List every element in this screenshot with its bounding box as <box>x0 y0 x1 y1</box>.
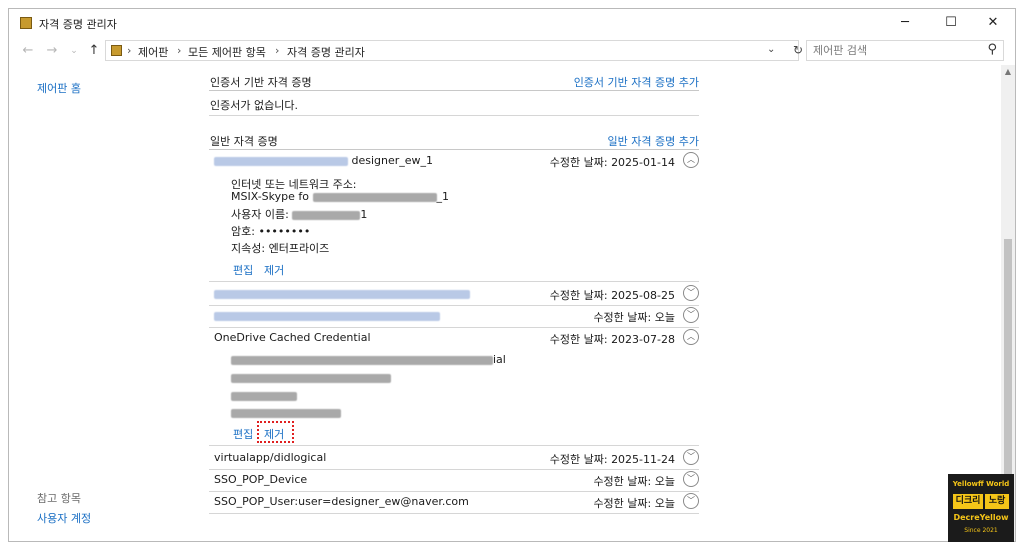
redacted-text <box>231 355 493 365</box>
watermark-line2: DecreYellow <box>953 513 1009 522</box>
credential-modified: 수정한 날짜: 2025-01-14 <box>549 156 675 169</box>
close-button[interactable]: ✕ <box>971 9 1015 37</box>
credential-manager-app-icon <box>20 17 32 29</box>
breadcrumb-separator: › <box>275 44 280 57</box>
scroll-up-icon[interactable]: ▲ <box>1001 65 1015 79</box>
redacted-text <box>231 373 391 383</box>
generic-credentials-title: 일반 자격 증명 <box>210 135 278 148</box>
redacted-text <box>214 156 348 166</box>
search-box[interactable]: ⚲ <box>806 40 1004 61</box>
redacted-text <box>231 391 297 401</box>
breadcrumb-separator: › <box>127 44 132 57</box>
expand-chevron-icon[interactable]: ﹀ <box>683 449 699 465</box>
credential-row[interactable]: 수정한 날짜: 2025-08-25 ﹀ <box>209 283 699 306</box>
back-arrow-icon[interactable]: ← <box>19 42 37 60</box>
expand-chevron-icon[interactable]: ﹀ <box>683 493 699 509</box>
minimize-button[interactable]: ─ <box>883 9 927 37</box>
maximize-button[interactable]: ☐ <box>929 9 973 37</box>
divider <box>209 281 699 282</box>
address-dropdown-icon[interactable]: ⌄ <box>767 44 775 55</box>
credential-modified: 수정한 날짜: 오늘 <box>593 475 675 488</box>
remove-link[interactable]: 제거 <box>264 426 284 442</box>
title-bar: 자격 증명 관리자 ─ ☐ ✕ <box>9 9 1015 37</box>
credential-manager-window: 자격 증명 관리자 ─ ☐ ✕ ← → ⌄ ↑ › 제어판 › 모든 제어판 항… <box>8 8 1016 542</box>
credential-address-value: ial <box>231 353 506 366</box>
credential-persistence <box>231 406 341 419</box>
credential-row[interactable]: OneDrive Cached Credential 수정한 날짜: 2023-… <box>209 327 699 349</box>
credential-password: 암호: •••••••• <box>231 225 311 238</box>
up-arrow-icon[interactable]: ↑ <box>85 42 103 60</box>
watermark-line3: Since 2021 <box>964 527 998 534</box>
recent-locations-dropdown-icon[interactable]: ⌄ <box>65 42 83 60</box>
credential-row[interactable]: designer_ew_1 수정한 날짜: 2025-01-14 ︿ <box>209 150 699 172</box>
edit-link[interactable]: 편집 <box>233 426 253 442</box>
edit-link[interactable]: 편집 <box>233 262 253 278</box>
watermark-box1: 디크리 <box>953 494 983 509</box>
credential-row[interactable]: 수정한 날짜: 오늘 ﹀ <box>209 305 699 328</box>
credential-username: 사용자 이름: 1 <box>231 208 368 221</box>
watermark-line1: Yellowff World <box>952 480 1010 488</box>
divider <box>209 445 699 446</box>
redacted-text <box>312 192 437 202</box>
breadcrumb-item-credential-manager[interactable]: 자격 증명 관리자 <box>287 44 365 60</box>
credential-modified: 수정한 날짜: 오늘 <box>593 497 675 510</box>
search-input[interactable] <box>813 43 973 58</box>
redacted-text <box>231 408 341 418</box>
breadcrumb-item-all-control-panel-items[interactable]: 모든 제어판 항목 <box>188 44 266 60</box>
credential-persistence: 지속성: 엔터프라이즈 <box>231 242 330 255</box>
credential-modified: 수정한 날짜: 2023-07-28 <box>549 333 675 346</box>
credential-modified: 수정한 날짜: 2025-08-25 <box>549 289 675 302</box>
credential-address-value: MSIX-Skype fo _1 <box>231 190 449 203</box>
expand-chevron-icon[interactable]: ﹀ <box>683 285 699 301</box>
credential-username <box>231 371 391 384</box>
credential-modified: 수정한 날짜: 오늘 <box>593 311 675 324</box>
collapse-chevron-icon[interactable]: ︿ <box>683 152 699 168</box>
navigation-bar: ← → ⌄ ↑ › 제어판 › 모든 제어판 항목 › 자격 증명 관리자 ⌄ … <box>9 39 1015 63</box>
certificate-credentials-header: 인증서 기반 자격 증명 인증서 기반 자격 증명 추가 <box>209 72 699 91</box>
remove-link[interactable]: 제거 <box>264 262 284 278</box>
window-title: 자격 증명 관리자 <box>39 18 117 31</box>
credential-row[interactable]: SSO_POP_User:user=designer_ew@naver.com … <box>209 491 699 514</box>
control-panel-home-link[interactable]: 제어판 홈 <box>37 80 81 96</box>
generic-credentials-header: 일반 자격 증명 일반 자격 증명 추가 <box>209 131 699 150</box>
search-icon[interactable]: ⚲ <box>987 42 997 57</box>
breadcrumb-separator: › <box>177 44 182 57</box>
collapse-chevron-icon[interactable]: ︿ <box>683 329 699 345</box>
redacted-text <box>292 210 361 220</box>
credential-row[interactable]: virtualapp/didlogical 수정한 날짜: 2025-11-24… <box>209 447 699 470</box>
redacted-text <box>214 289 470 299</box>
expand-chevron-icon[interactable]: ﹀ <box>683 307 699 323</box>
credential-name <box>214 309 440 322</box>
breadcrumb-item-control-panel[interactable]: 제어판 <box>138 44 168 60</box>
credential-name <box>214 287 470 300</box>
credential-name: virtualapp/didlogical <box>214 451 327 464</box>
refresh-icon[interactable]: ↻ <box>790 42 806 59</box>
add-generic-credential-link[interactable]: 일반 자격 증명 추가 <box>608 133 699 149</box>
credential-row[interactable]: SSO_POP_Device 수정한 날짜: 오늘 ﹀ <box>209 469 699 492</box>
credential-name: SSO_POP_User:user=designer_ew@naver.com <box>214 495 469 508</box>
add-certificate-credential-link[interactable]: 인증서 기반 자격 증명 추가 <box>574 74 699 90</box>
expand-chevron-icon[interactable]: ﹀ <box>683 471 699 487</box>
credential-name: SSO_POP_Device <box>214 473 308 486</box>
certificate-credentials-title: 인증서 기반 자격 증명 <box>210 76 312 89</box>
credential-modified: 수정한 날짜: 2025-11-24 <box>549 453 675 466</box>
watermark-box2: 노랑 <box>985 494 1009 509</box>
redacted-text <box>214 311 440 321</box>
user-accounts-link[interactable]: 사용자 계정 <box>37 510 91 526</box>
vertical-scrollbar[interactable]: ▲ <box>1001 65 1015 541</box>
divider <box>209 115 699 116</box>
credential-name: OneDrive Cached Credential <box>214 331 371 344</box>
forward-arrow-icon[interactable]: → <box>43 42 61 60</box>
credential-password <box>231 389 297 402</box>
no-certificates-text: 인증서가 없습니다. <box>210 99 298 112</box>
control-panel-folder-icon <box>111 45 122 56</box>
credential-name: designer_ew_1 <box>214 154 433 167</box>
see-also-heading: 참고 항목 <box>37 492 81 505</box>
brand-watermark-logo: Yellowff World 디크리 노랑 DecreYellow Since … <box>948 474 1014 542</box>
address-bar[interactable]: › 제어판 › 모든 제어판 항목 › 자격 증명 관리자 ⌄ ↻ <box>105 40 803 61</box>
